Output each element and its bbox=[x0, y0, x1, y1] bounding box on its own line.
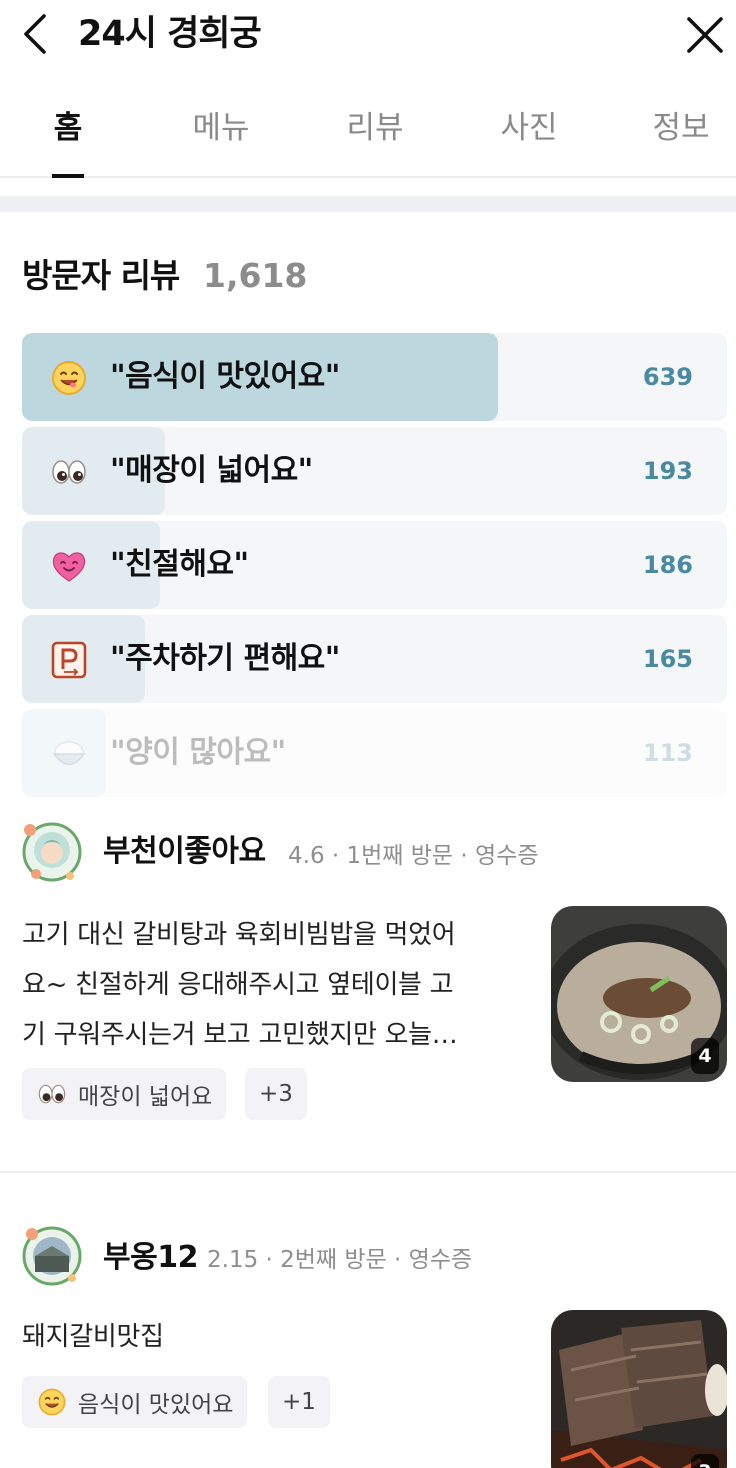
heart-face-icon bbox=[52, 552, 86, 582]
keyword-count: 639 bbox=[642, 363, 693, 391]
more-tags-chip[interactable]: +1 bbox=[268, 1376, 330, 1428]
review-text-line: 기 구워주시는거 보고 고민했지만 오늘… bbox=[22, 1020, 458, 1050]
reviewer-name[interactable]: 부천이좋아요 bbox=[103, 832, 266, 872]
top-bar: 24시 경희궁 bbox=[0, 0, 736, 72]
back-button[interactable] bbox=[18, 12, 58, 56]
keyword-count: 186 bbox=[642, 551, 693, 579]
tab-photos[interactable]: 사진 bbox=[484, 108, 574, 148]
tab-bar: 홈 메뉴 리뷰 사진 정보 bbox=[0, 92, 736, 178]
visitor-review-count: 1,618 bbox=[203, 256, 308, 295]
reviewer-name[interactable]: 부옹12 bbox=[103, 1238, 198, 1278]
more-tags-label: +1 bbox=[282, 1389, 316, 1415]
chevron-left-icon bbox=[24, 14, 46, 54]
review-tag-chip[interactable]: 매장이 넓어요 bbox=[22, 1068, 227, 1120]
more-tags-label: +3 bbox=[259, 1081, 293, 1107]
keyword-count: 193 bbox=[642, 457, 693, 485]
review-text[interactable]: 돼지갈비맛집 bbox=[22, 1312, 522, 1362]
review-text-line: 돼지갈비맛집 bbox=[22, 1322, 164, 1352]
review-tag-label: 음식이 맛있어요 bbox=[78, 1392, 234, 1418]
photo-count-badge: 3 bbox=[691, 1454, 719, 1468]
section-divider bbox=[0, 196, 736, 212]
review-keyword-row[interactable]: "양이 많아요" 113 bbox=[22, 709, 727, 797]
reviewer-avatar[interactable] bbox=[18, 1222, 86, 1290]
review-photo[interactable]: 4 bbox=[551, 906, 727, 1082]
keyword-label: "매장이 넓어요" bbox=[110, 453, 313, 488]
close-button[interactable] bbox=[684, 14, 726, 56]
review-keyword-row[interactable]: "음식이 맛있어요" 639 bbox=[22, 333, 727, 421]
review-keyword-row[interactable]: "주차하기 편해요" 165 bbox=[22, 615, 727, 703]
grilled-galbi-photo bbox=[551, 1310, 727, 1468]
review-text-line: 요~ 친절하게 응대해주시고 옆테이블 고 bbox=[22, 970, 454, 1000]
tab-info[interactable]: 정보 bbox=[636, 108, 726, 148]
eyes-icon bbox=[52, 460, 86, 484]
review-tag-label: 매장이 넓어요 bbox=[78, 1084, 213, 1110]
tab-reviews[interactable]: 리뷰 bbox=[330, 108, 420, 148]
active-tab-indicator bbox=[52, 174, 84, 178]
review-text[interactable]: 고기 대신 갈비탕과 육회비빔밥을 먹었어 요~ 친절하게 응대해주시고 옆테이… bbox=[22, 910, 522, 1060]
photo-count-badge: 4 bbox=[691, 1038, 719, 1074]
yummy-face-icon bbox=[52, 361, 86, 395]
review-meta: 2.15 · 2번째 방문 · 영수증 bbox=[207, 1247, 473, 1273]
keyword-label: "음식이 맛있어요" bbox=[110, 359, 340, 394]
eyes-icon bbox=[38, 1084, 66, 1104]
tab-menu[interactable]: 메뉴 bbox=[176, 108, 266, 148]
review-photo[interactable]: 3 bbox=[551, 1310, 727, 1468]
review-keyword-row[interactable]: "매장이 넓어요" 193 bbox=[22, 427, 727, 515]
more-tags-chip[interactable]: +3 bbox=[245, 1068, 307, 1120]
review-text-line: 고기 대신 갈비탕과 육회비빔밥을 먹었어 bbox=[22, 920, 456, 950]
review-tag-chip[interactable]: 음식이 맛있어요 bbox=[22, 1376, 248, 1428]
visitor-review-title: 방문자 리뷰 bbox=[22, 256, 180, 295]
tab-home[interactable]: 홈 bbox=[36, 108, 100, 148]
review-meta: 4.6 · 1번째 방문 · 영수증 bbox=[288, 843, 539, 869]
page-title: 24시 경희궁 bbox=[78, 14, 262, 54]
reviewer-avatar[interactable] bbox=[18, 818, 86, 886]
yummy-face-icon bbox=[38, 1388, 66, 1416]
rice-bowl-icon bbox=[52, 741, 86, 766]
review-divider bbox=[0, 1171, 736, 1173]
keyword-count: 165 bbox=[642, 645, 693, 673]
keyword-label: "친절해요" bbox=[110, 547, 249, 582]
close-icon bbox=[687, 17, 723, 53]
keyword-label: "양이 많아요" bbox=[110, 735, 286, 770]
review-keyword-row[interactable]: "친절해요" 186 bbox=[22, 521, 727, 609]
keyword-count: 113 bbox=[642, 739, 693, 767]
parking-icon bbox=[51, 641, 87, 679]
keyword-label: "주차하기 편해요" bbox=[110, 641, 340, 676]
